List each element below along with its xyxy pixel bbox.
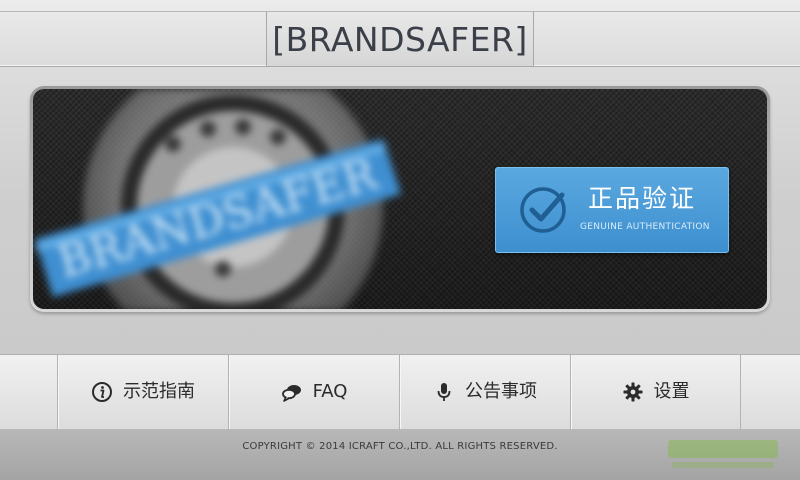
checkmark-circle-icon bbox=[520, 187, 566, 233]
bottom-nav: 示范指南 FAQ 公告事项 设置 bbox=[0, 354, 800, 430]
app-header: [BRANDSAFER] bbox=[0, 0, 800, 67]
hero-banner: BRANDSAFER 正品验证 GENUINE AUTHENTICATION bbox=[33, 89, 767, 309]
blurred-seal-image: BRANDSAFER bbox=[35, 89, 401, 309]
hero-banner-frame: BRANDSAFER 正品验证 GENUINE AUTHENTICATION bbox=[30, 86, 770, 312]
verify-button-title: 正品验证 bbox=[588, 184, 697, 213]
gear-icon bbox=[623, 382, 642, 402]
nav-item-notices[interactable]: 公告事项 bbox=[399, 355, 570, 429]
watermark-logo bbox=[668, 440, 778, 468]
genuine-authentication-button[interactable]: 正品验证 GENUINE AUTHENTICATION bbox=[495, 167, 729, 253]
nav-item-settings[interactable]: 设置 bbox=[570, 355, 741, 429]
nav-item-guide[interactable]: 示范指南 bbox=[57, 355, 228, 429]
logo-plate: [BRANDSAFER] bbox=[266, 12, 534, 66]
chat-bubbles-icon bbox=[281, 385, 301, 402]
info-icon bbox=[92, 382, 112, 402]
nav-item-faq[interactable]: FAQ bbox=[228, 355, 399, 429]
brand-logo: [BRANDSAFER] bbox=[272, 19, 528, 59]
microphone-icon bbox=[437, 383, 451, 401]
nav-label-faq: FAQ bbox=[312, 381, 348, 402]
footer: COPYRIGHT © 2014 ICRAFT CO.,LTD. ALL RIG… bbox=[0, 429, 800, 480]
verify-button-subtitle: GENUINE AUTHENTICATION bbox=[580, 222, 710, 232]
nav-label-notices: 公告事项 bbox=[465, 381, 537, 402]
nav-label-guide: 示范指南 bbox=[123, 381, 195, 402]
nav-label-settings: 设置 bbox=[653, 381, 690, 402]
